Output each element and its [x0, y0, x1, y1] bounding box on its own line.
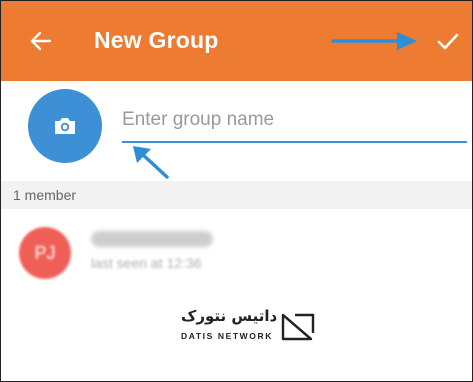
- confirm-button[interactable]: [431, 25, 465, 59]
- app-screen: New Group 1 member PJ: [0, 0, 473, 382]
- watermark: داتیس نتورک DATIS NETWORK: [179, 307, 329, 347]
- member-list-item[interactable]: PJ last seen at 12:36: [1, 211, 472, 279]
- checkmark-icon: [437, 33, 459, 50]
- member-name-blurred: [91, 231, 213, 247]
- watermark-latin-text: DATIS NETWORK: [181, 331, 273, 341]
- watermark-persian-text: داتیس نتورک: [181, 307, 278, 325]
- annotation-arrow-right-icon: [331, 32, 417, 50]
- group-info-section: [1, 81, 472, 181]
- toolbar: New Group: [1, 1, 472, 81]
- back-button[interactable]: [25, 25, 57, 57]
- set-group-photo-button[interactable]: [28, 89, 102, 163]
- camera-icon: [55, 118, 75, 134]
- datis-logo-icon: [281, 313, 315, 341]
- group-name-input[interactable]: [122, 105, 467, 143]
- page-title: New Group: [94, 27, 219, 53]
- members-count-header: 1 member: [1, 181, 472, 209]
- arrow-left-icon: [30, 31, 52, 51]
- annotation-arrow-up-icon: [133, 146, 169, 179]
- avatar-initials: PJ: [34, 242, 56, 263]
- avatar: PJ: [19, 227, 71, 279]
- members-count-label: 1 member: [13, 187, 77, 203]
- member-last-seen: last seen at 12:36: [91, 255, 202, 271]
